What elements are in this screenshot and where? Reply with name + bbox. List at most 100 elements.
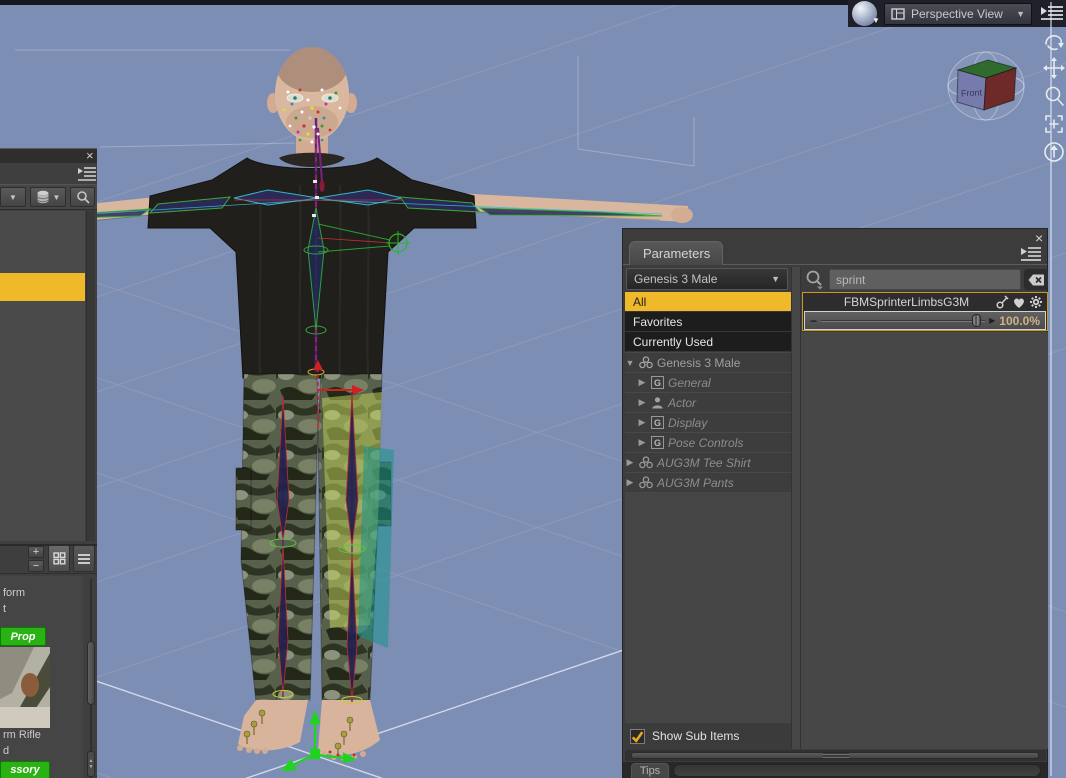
zoom-tool-icon[interactable] (1042, 84, 1066, 110)
search-input[interactable] (829, 269, 1021, 290)
selected-content-row[interactable] (0, 273, 85, 301)
node-selector-label: Genesis 3 Male (634, 272, 718, 286)
content-item-label[interactable]: d (3, 745, 9, 757)
list-view-button[interactable] (73, 545, 95, 572)
tree-item-general[interactable]: ▶ G General (625, 372, 791, 392)
actor-icon (652, 397, 663, 409)
tree-item-aug3m-tee-shirt[interactable]: ▶ AUG3M Tee Shirt (625, 452, 791, 472)
favorite-heart-icon[interactable] (1012, 296, 1026, 309)
viewport-pane-icon (891, 8, 905, 20)
scrollbar-thumb[interactable] (87, 641, 95, 705)
expand-icon[interactable]: ▶ (637, 397, 647, 408)
search-clear-button[interactable] (1024, 269, 1048, 290)
expand-icon[interactable]: ▶ (637, 437, 647, 448)
content-thumbnail[interactable] (0, 647, 50, 728)
sphere-gizmo-chevron[interactable]: ▼ (872, 16, 880, 25)
grid-view-button[interactable] (48, 545, 70, 572)
chevron-down-icon: ▼ (1016, 9, 1025, 19)
tree-item-actor[interactable]: ▶ Actor (625, 392, 791, 412)
view-selector-dropdown[interactable]: Perspective View ▼ (884, 3, 1032, 25)
parameter-name: FBMSprinterLimbsG3M (843, 295, 970, 309)
search-button[interactable] (70, 187, 95, 207)
node-selector-dropdown[interactable]: Genesis 3 Male ▼ (626, 268, 788, 290)
orbit-tool-icon[interactable] (1042, 30, 1066, 54)
link-icon[interactable] (996, 295, 1009, 309)
tree-item-display[interactable]: ▶ G Display (625, 412, 791, 432)
expand-icon[interactable]: ▶ (625, 477, 635, 488)
content-panel: × ▼ ▼ + − form t Prop rm Rifle d ssory ▲… (0, 148, 97, 778)
chevron-down-icon: ▼ (771, 274, 780, 284)
filter-item-favorites[interactable]: Favorites (625, 312, 791, 332)
parameter-value[interactable]: 100.0% (999, 314, 1040, 328)
view-cube[interactable]: Front (944, 48, 1028, 124)
pan-tool-icon[interactable] (1042, 56, 1066, 80)
filter-item-all[interactable]: All (625, 292, 791, 312)
frame-tool-icon[interactable] (1042, 112, 1066, 136)
tree-empty-area (625, 492, 791, 723)
parameter-block: FBMSprinterLimbsG3M − ▶ 100.0% (802, 292, 1048, 331)
slider-increment-button[interactable]: ▶ (989, 316, 995, 325)
content-item-label[interactable]: t (3, 603, 6, 615)
figure-icon (639, 476, 653, 489)
daz-studio-screen: { "colors": { "viewport_blue": "#7d8eb4"… (0, 0, 1066, 778)
zoom-in-button[interactable]: + (28, 546, 44, 558)
expand-icon[interactable]: ▶ (637, 377, 647, 388)
parameters-panel: × Parameters Genesis 3 Male ▼ All Favori… (622, 228, 1048, 778)
content-item-label[interactable]: form (3, 587, 25, 599)
tree-item-pose-controls[interactable]: ▶ G Pose Controls (625, 432, 791, 452)
figure-icon (639, 356, 653, 369)
tree-item-genesis-3-male[interactable]: ▼ Genesis 3 Male (625, 352, 791, 372)
figure-icon (639, 456, 653, 469)
group-icon: G (651, 436, 664, 449)
h-scrollbar-grip (823, 753, 849, 758)
show-sub-items-row: Show Sub Items (625, 723, 791, 749)
content-panel-titlebar (0, 149, 97, 163)
show-sub-items-checkbox[interactable] (630, 728, 645, 744)
search-icon (76, 191, 90, 204)
tree-item-aug3m-pants[interactable]: ▶ AUG3M Pants (625, 472, 791, 492)
parameter-title-row: FBMSprinterLimbsG3M (803, 293, 1047, 311)
group-icon: G (651, 376, 664, 389)
content-items-scrollbar[interactable]: ▲ ▼ (87, 579, 95, 778)
view-selector-label: Perspective View (911, 7, 1003, 21)
prop-badge: Prop (0, 627, 46, 646)
character-genesis-3-male[interactable] (25, 40, 693, 761)
content-item-label[interactable]: rm Rifle (3, 729, 41, 741)
filter-dropdown-button[interactable]: ▼ (0, 187, 26, 207)
database-dropdown-button[interactable]: ▼ (30, 187, 66, 207)
show-sub-items-label: Show Sub Items (652, 729, 740, 743)
parameter-slider-row: − ▶ 100.0% (804, 311, 1046, 330)
expand-icon[interactable]: ▶ (637, 417, 647, 428)
panel-splitter[interactable] (791, 267, 801, 749)
close-icon[interactable]: × (1035, 230, 1043, 246)
filter-item-currently-used[interactable]: Currently Used (625, 332, 791, 352)
content-scrollbar[interactable] (86, 211, 95, 541)
accessory-badge: ssory (0, 761, 50, 778)
zoom-out-button[interactable]: − (28, 560, 44, 572)
database-icon (36, 190, 49, 204)
group-icon: G (651, 416, 664, 429)
list-view-icon (78, 553, 90, 564)
expand-icon[interactable]: ▶ (625, 457, 635, 468)
close-icon[interactable]: × (86, 149, 94, 163)
parameter-list-empty (801, 332, 1048, 749)
cube-front-label: Front (961, 87, 983, 98)
slider-decrement-button[interactable]: − (810, 315, 817, 327)
viewport-menu-icon[interactable] (1040, 4, 1064, 22)
search-icon[interactable] (805, 269, 825, 290)
panel-menu-icon[interactable] (78, 166, 97, 181)
backspace-clear-icon (1028, 274, 1044, 285)
scrollbar-arrows[interactable]: ▲ ▼ (87, 751, 95, 777)
panel-menu-icon[interactable] (1021, 245, 1042, 262)
bottom-tab-bar: Tips (623, 762, 1047, 778)
aim-tool-icon[interactable] (1042, 140, 1066, 164)
horizontal-scrollbar[interactable] (625, 750, 1046, 761)
slider-handle[interactable] (972, 314, 981, 327)
tab-tips[interactable]: Tips (631, 763, 669, 778)
grid-view-icon (52, 552, 66, 565)
slider-track[interactable] (821, 314, 986, 327)
gear-icon[interactable] (1029, 295, 1043, 309)
tab-parameters[interactable]: Parameters (629, 241, 723, 265)
content-list-area[interactable] (0, 211, 85, 541)
collapse-icon[interactable]: ▼ (625, 358, 635, 368)
